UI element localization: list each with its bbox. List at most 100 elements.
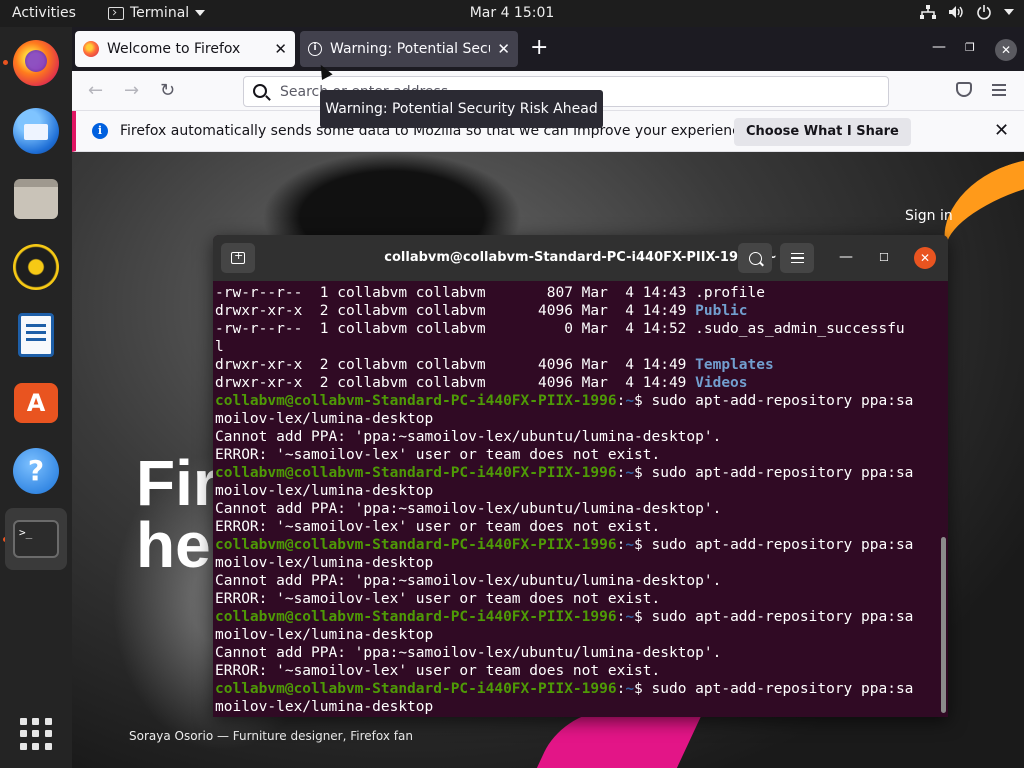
dock-item-rhythmbox[interactable] <box>5 236 67 298</box>
terminal-output[interactable]: -rw-r--r-- 1 collabvm collabvm 807 Mar 4… <box>215 284 940 716</box>
dock-item-writer[interactable] <box>5 304 67 366</box>
terminal-text: ERROR: '~samoilov-lex' user or team does… <box>215 663 661 679</box>
terminal-line: ERROR: '~samoilov-lex' user or team does… <box>215 662 940 680</box>
hero-line: he <box>136 509 211 576</box>
terminal-line: collabvm@collabvm-Standard-PC-i440FX-PII… <box>215 392 940 410</box>
terminal-text: Cannot add PPA: 'ppa:~samoilov-lex/ubunt… <box>215 429 722 445</box>
terminal-line: collabvm@collabvm-Standard-PC-i440FX-PII… <box>215 608 940 626</box>
minimize-button[interactable]: — <box>839 249 853 265</box>
dock-item-files[interactable] <box>5 168 67 230</box>
prompt-user: collabvm@collabvm-Standard-PC-i440FX-PII… <box>215 393 617 409</box>
new-tab-button[interactable] <box>221 243 255 273</box>
directory-name: Templates <box>695 357 774 373</box>
software-store-icon: A <box>14 383 58 423</box>
terminal-line: moilov-lex/lumina-desktop <box>215 482 940 500</box>
terminal-icon: >_ <box>13 520 59 558</box>
tab-label: Welcome to Firefox <box>107 41 241 57</box>
app-menu[interactable]: Terminal <box>108 5 206 21</box>
system-tray[interactable] <box>920 4 1014 20</box>
terminal-text: -rw-r--r-- 1 collabvm collabvm 0 Mar 4 1… <box>215 321 905 337</box>
terminal-text: : <box>616 393 626 409</box>
photo-caption: Soraya Osorio — Furniture designer, Fire… <box>129 729 413 743</box>
back-button[interactable]: ← <box>88 80 103 101</box>
sign-in-link[interactable]: Sign in <box>905 208 953 224</box>
forward-button[interactable]: → <box>124 80 139 101</box>
pocket-icon[interactable] <box>956 82 972 97</box>
search-icon <box>748 251 762 265</box>
terminal-line: -rw-r--r-- 1 collabvm collabvm 0 Mar 4 1… <box>215 320 940 338</box>
terminal-text: : <box>616 465 626 481</box>
help-icon: ? <box>13 448 59 494</box>
terminal-text: moilov-lex/lumina-desktop <box>215 411 434 427</box>
terminal-line: moilov-lex/lumina-desktop <box>215 554 940 572</box>
clock[interactable]: Mar 4 15:01 <box>470 5 555 21</box>
dock-item-help[interactable]: ? <box>5 440 67 502</box>
hero-line: Fire <box>136 452 216 519</box>
close-window-button[interactable]: ✕ <box>995 39 1017 61</box>
choose-what-i-share-button[interactable]: Choose What I Share <box>734 118 911 146</box>
grid-dot <box>44 742 52 750</box>
scrollbar[interactable] <box>941 537 946 713</box>
reload-button[interactable]: ↻ <box>160 80 175 101</box>
dock-item-firefox[interactable] <box>5 32 67 94</box>
activities-button[interactable]: Activities <box>12 5 76 21</box>
grid-dot <box>20 742 27 750</box>
maximize-button[interactable]: ❐ <box>965 41 975 54</box>
tab-security-warning[interactable]: i Warning: Potential Security Risk Ahead… <box>300 31 518 67</box>
terminal-text: ERROR: '~samoilov-lex' user or team does… <box>215 591 661 607</box>
prompt-path: ~ <box>625 537 635 553</box>
directory-name: Public <box>695 303 748 319</box>
prompt-user: collabvm@collabvm-Standard-PC-i440FX-PII… <box>215 537 617 553</box>
info-icon: i <box>308 42 322 56</box>
rhythmbox-icon <box>13 244 59 290</box>
menu-icon[interactable] <box>992 84 1006 96</box>
close-tab-icon[interactable]: ✕ <box>497 40 510 58</box>
search-button[interactable] <box>738 243 772 273</box>
terminal-line: Cannot add PPA: 'ppa:~samoilov-lex/ubunt… <box>215 428 940 446</box>
terminal-line: collabvm@collabvm-Standard-PC-i440FX-PII… <box>215 680 940 698</box>
prompt-path: ~ <box>625 609 635 625</box>
prompt-path: ~ <box>625 393 635 409</box>
terminal-text: : <box>616 681 626 697</box>
new-tab-icon <box>231 249 245 264</box>
terminal-line: ERROR: '~samoilov-lex' user or team does… <box>215 590 940 608</box>
minimize-button[interactable]: — <box>932 39 946 55</box>
terminal-title: collabvm@collabvm-Standard-PC-i440FX-PII… <box>384 250 777 265</box>
close-window-button[interactable]: ✕ <box>914 247 936 269</box>
terminal-text: $ sudo apt-add-repository ppa:sa <box>634 609 914 625</box>
terminal-text: : <box>616 609 626 625</box>
terminal-line: collabvm@collabvm-Standard-PC-i440FX-PII… <box>215 536 940 554</box>
new-tab-button[interactable]: + <box>530 36 548 60</box>
dock-item-terminal[interactable]: >_ <box>5 508 67 570</box>
terminal-line: drwxr-xr-x 2 collabvm collabvm 4096 Mar … <box>215 374 940 392</box>
show-applications-button[interactable] <box>20 718 52 750</box>
terminal-text: -rw-r--r-- 1 collabvm collabvm 807 Mar 4… <box>215 285 765 301</box>
close-tab-icon[interactable]: ✕ <box>274 40 287 58</box>
terminal-line: Cannot add PPA: 'ppa:~samoilov-lex/ubunt… <box>215 644 940 662</box>
dock-item-software[interactable]: A <box>5 372 67 434</box>
decorative-swoosh <box>521 712 703 768</box>
menu-icon <box>790 253 804 263</box>
power-icon <box>977 5 991 20</box>
prompt-path: ~ <box>625 681 635 697</box>
files-icon <box>14 179 58 219</box>
terminal-line: ERROR: '~samoilov-lex' user or team does… <box>215 518 940 536</box>
tab-welcome[interactable]: Welcome to Firefox ✕ <box>75 31 295 67</box>
close-icon[interactable]: ✕ <box>994 120 1009 141</box>
terminal-text: : <box>616 537 626 553</box>
dock-item-thunderbird[interactable] <box>5 100 67 162</box>
terminal-text: ERROR: '~samoilov-lex' user or team does… <box>215 519 661 535</box>
maximize-button[interactable]: ☐ <box>879 251 889 264</box>
terminal-line: Cannot add PPA: 'ppa:~samoilov-lex/ubunt… <box>215 572 940 590</box>
terminal-text: drwxr-xr-x 2 collabvm collabvm 4096 Mar … <box>215 303 696 319</box>
terminal-text: $ sudo apt-add-repository ppa:sa <box>634 681 914 697</box>
terminal-text: drwxr-xr-x 2 collabvm collabvm 4096 Mar … <box>215 375 696 391</box>
chevron-down-icon <box>195 10 206 16</box>
prompt-user: collabvm@collabvm-Standard-PC-i440FX-PII… <box>215 681 617 697</box>
dock: A ? >_ <box>0 27 72 768</box>
search-icon <box>253 84 267 98</box>
menu-button[interactable] <box>780 243 814 273</box>
terminal-text: l <box>215 339 224 355</box>
terminal-line: drwxr-xr-x 2 collabvm collabvm 4096 Mar … <box>215 356 940 374</box>
info-icon: i <box>92 123 108 139</box>
